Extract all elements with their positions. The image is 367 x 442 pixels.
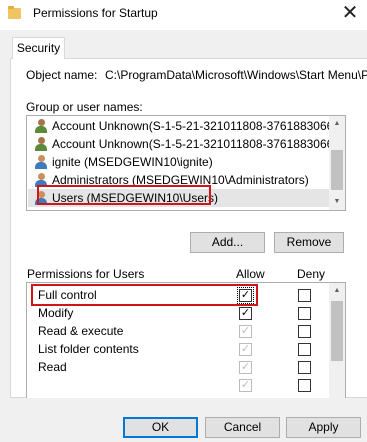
perm-name: Read & execute [38,324,124,338]
perm-row-list-folder: List folder contents ✓ [27,340,329,358]
perm-name: List folder contents [38,342,139,356]
group-icon [34,191,48,205]
perm-row-full-control: Full control ✓ [27,286,329,304]
remove-button[interactable]: Remove [274,232,344,253]
perm-name: Read [38,360,67,374]
permissions-list: Full control ✓ Modify ✓ Read & execute ✓… [26,282,346,398]
ok-button[interactable]: OK [123,417,198,438]
deny-checkbox[interactable] [298,325,311,338]
permissions-header: Permissions for Users [27,267,145,281]
deny-checkbox[interactable] [298,379,311,392]
list-item-label: Administrators (MSEDGEWIN10\Administrato… [52,173,309,187]
list-item-label: Account Unknown(S-1-5-21-321011808-37618… [52,137,346,151]
unknown-user-icon [34,119,48,133]
list-item-label: ignite (MSEDGEWIN10\ignite) [52,155,213,169]
perm-row-write: ✓ [27,376,329,394]
unknown-user-icon [34,137,48,151]
allow-checkbox: ✓ [239,379,252,392]
perm-row-read-execute: Read & execute ✓ [27,322,329,340]
list-item[interactable]: ignite (MSEDGEWIN10\ignite) [28,153,330,171]
list-scrollbar[interactable]: ▲ ▼ [329,116,345,210]
permissions-scrollbar[interactable]: ▲ [329,283,345,398]
scroll-up-icon[interactable]: ▲ [329,116,345,132]
perm-row-read: Read ✓ [27,358,329,376]
perm-name: Full control [38,288,97,302]
list-item[interactable]: Account Unknown(S-1-5-21-321011808-37618… [28,135,345,153]
deny-checkbox[interactable] [298,361,311,374]
scroll-up-icon[interactable]: ▲ [329,283,345,299]
apply-button[interactable]: Apply [286,417,361,438]
list-item-label: Users (MSEDGEWIN10\Users) [52,191,219,205]
tab-security[interactable]: Security [12,37,65,59]
cancel-button[interactable]: Cancel [205,417,280,438]
perm-name: Modify [38,306,74,320]
group-icon [34,173,48,187]
deny-checkbox[interactable] [298,343,311,356]
object-name-label: Object name: [26,68,98,82]
deny-header: Deny [297,267,326,281]
scroll-down-icon[interactable]: ▼ [329,194,345,210]
scroll-thumb[interactable] [331,150,343,190]
list-item[interactable]: Account Unknown(S-1-5-21-321011808-37618… [28,117,345,135]
allow-header: Allow [236,267,265,281]
scroll-thumb[interactable] [331,301,343,361]
user-icon [34,155,48,169]
allow-checkbox[interactable]: ✓ [239,307,252,320]
folder-icon [8,6,21,19]
title-bar: Permissions for Startup ✕ [0,0,367,30]
allow-checkbox: ✓ [239,343,252,356]
deny-checkbox[interactable] [298,289,311,302]
perm-row-modify: Modify ✓ [27,304,329,322]
group-user-list[interactable]: Account Unknown(S-1-5-21-321011808-37618… [26,115,346,211]
group-names-label: Group or user names: [26,100,143,114]
list-item[interactable]: Administrators (MSEDGEWIN10\Administrato… [28,171,330,189]
list-item-label: Account Unknown(S-1-5-21-321011808-37618… [52,119,346,133]
allow-checkbox: ✓ [239,325,252,338]
add-button[interactable]: Add... [190,232,265,253]
object-name-value: C:\ProgramData\Microsoft\Windows\Start M… [105,68,367,82]
allow-checkbox: ✓ [239,361,252,374]
allow-checkbox[interactable]: ✓ [237,287,254,304]
close-button[interactable]: ✕ [333,0,367,30]
list-item-selected[interactable]: Users (MSEDGEWIN10\Users) [28,189,330,207]
deny-checkbox[interactable] [298,307,311,320]
window-title: Permissions for Startup [33,6,158,20]
